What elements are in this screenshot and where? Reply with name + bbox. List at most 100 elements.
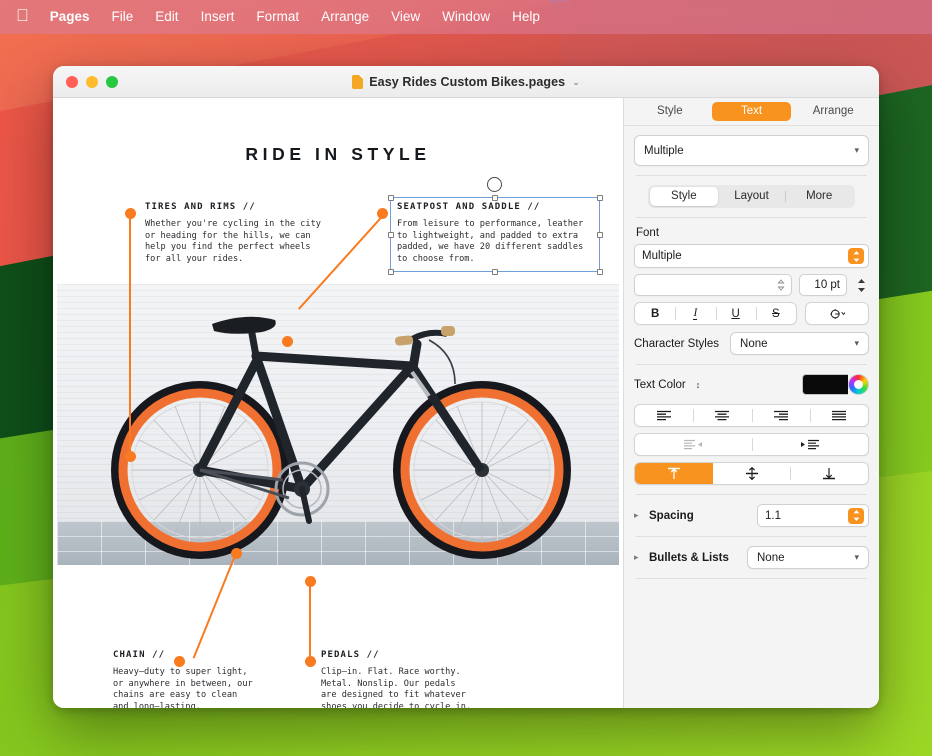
disclosure-triangle-icon[interactable]: ▸ [634, 510, 643, 521]
menu-bar:  Pages File Edit Insert Format Arrange … [0, 0, 932, 34]
menu-item-insert[interactable]: Insert [190, 0, 246, 34]
tab-arrange[interactable]: Arrange [793, 102, 873, 121]
increase-indent-button[interactable] [752, 434, 869, 455]
menu-item-file[interactable]: File [101, 0, 145, 34]
rotation-handle[interactable] [487, 177, 502, 192]
font-size-field[interactable]: 10 pt [799, 274, 847, 296]
leader-line-tires [129, 213, 131, 456]
align-right-button[interactable] [752, 405, 810, 426]
text-color-stepper-icon[interactable]: ↕ [696, 380, 701, 390]
menu-item-format[interactable]: Format [245, 0, 310, 34]
resize-handle-top-left[interactable] [388, 195, 394, 201]
align-left-button[interactable] [635, 405, 693, 426]
font-family-popup[interactable]: Multiple [634, 244, 869, 268]
up-down-arrows-icon [777, 279, 785, 291]
menu-item-help[interactable]: Help [501, 0, 551, 34]
paragraph-style-popup[interactable]: Multiple ▾ [634, 135, 869, 166]
menu-item-pages[interactable]: Pages [39, 0, 101, 34]
spacing-row: ▸ Spacing 1.1 [634, 504, 869, 527]
align-justify-button[interactable] [810, 405, 868, 426]
callout-body: Heavy—duty to super light, or anywhere i… [113, 667, 303, 708]
bullets-lists-popup[interactable]: None ▾ [747, 546, 869, 569]
text-color-swatch[interactable] [802, 374, 848, 395]
tab-style[interactable]: Style [630, 102, 710, 121]
resize-handle-bottom-right[interactable] [597, 269, 603, 275]
inspector-content: Multiple ▾ Style Layout More Font Mul [624, 126, 879, 708]
menu-item-edit[interactable]: Edit [144, 0, 189, 34]
align-right-icon [773, 410, 789, 421]
segment-more[interactable]: More [785, 187, 853, 206]
typeface-popup[interactable] [634, 274, 792, 296]
chevron-down-icon: ▾ [854, 552, 859, 563]
callout-dot-pedals-label[interactable] [305, 656, 316, 667]
spacing-value-field[interactable]: 1.1 [757, 504, 869, 527]
character-styles-popup[interactable]: None ▾ [730, 332, 869, 355]
bike-photo[interactable] [57, 284, 619, 565]
menu-item-window[interactable]: Window [431, 0, 501, 34]
bullets-lists-row: ▸ Bullets & Lists None ▾ [634, 546, 869, 569]
document-canvas[interactable]: RIDE IN STYLE [53, 98, 623, 708]
segment-style[interactable]: Style [650, 187, 718, 206]
advanced-type-options-button[interactable] [805, 302, 869, 325]
tab-text[interactable]: Text [712, 102, 792, 121]
document-page[interactable]: RIDE IN STYLE [53, 98, 623, 708]
bicycle-illustration [57, 284, 619, 565]
zoom-button[interactable] [106, 76, 118, 88]
resize-handle-middle-right[interactable] [597, 232, 603, 238]
callout-dot-chain-label[interactable] [174, 656, 185, 667]
style-layout-more-segmented[interactable]: Style Layout More [648, 185, 855, 208]
segment-layout[interactable]: Layout [718, 187, 786, 206]
bold-button[interactable]: B [635, 303, 675, 324]
resize-handle-bottom-center[interactable] [492, 269, 498, 275]
menu-item-arrange[interactable]: Arrange [310, 0, 380, 34]
italic-button[interactable]: I [675, 303, 715, 324]
callout-chain[interactable]: CHAIN // Heavy—duty to super light, or a… [113, 650, 303, 708]
page-title[interactable]: RIDE IN STYLE [53, 144, 623, 165]
stepper-icon[interactable] [848, 248, 864, 264]
stepper-icon[interactable] [774, 276, 787, 294]
vertical-alignment-buttons[interactable] [634, 462, 869, 485]
stepper-icon[interactable] [848, 508, 864, 524]
type-style-buttons[interactable]: B I U S [634, 302, 797, 325]
chevron-down-icon[interactable]: ⌄ [572, 77, 580, 88]
text-box-selection-frame[interactable] [390, 197, 600, 272]
decrease-indent-button[interactable] [635, 434, 752, 455]
color-wheel-icon[interactable] [848, 374, 869, 395]
resize-handle-middle-left[interactable] [388, 232, 394, 238]
horizontal-alignment-buttons[interactable] [634, 404, 869, 427]
callout-dot-tires-label[interactable] [125, 208, 136, 219]
callout-dot-seatpost-label[interactable] [377, 208, 388, 219]
spacing-label: Spacing [649, 510, 694, 522]
align-middle-button[interactable] [713, 463, 791, 484]
resize-handle-top-right[interactable] [597, 195, 603, 201]
font-size-stepper[interactable] [854, 274, 869, 296]
strikethrough-label: S [772, 308, 780, 320]
callout-pedals[interactable]: PEDALS // Clip—in. Flat. Race worthy. Me… [321, 650, 521, 708]
indent-buttons[interactable] [634, 433, 869, 456]
resize-handle-top-center[interactable] [492, 195, 498, 201]
strikethrough-button[interactable]: S [756, 303, 796, 324]
disclosure-triangle-icon[interactable]: ▸ [634, 552, 643, 563]
align-center-button[interactable] [693, 405, 751, 426]
gear-chevron-icon[interactable] [806, 303, 868, 324]
callout-dot-pedals-anchor[interactable] [305, 576, 316, 587]
spacing-value: 1.1 [765, 510, 781, 522]
up-down-arrows-icon [852, 509, 861, 522]
underline-label: U [731, 308, 739, 320]
resize-handle-bottom-left[interactable] [388, 269, 394, 275]
divider [636, 217, 867, 218]
apple-logo-icon[interactable]:  [12, 1, 39, 31]
menu-item-view[interactable]: View [380, 0, 431, 34]
callout-dot-seatpost-anchor[interactable] [282, 336, 293, 347]
character-styles-row: Character Styles None ▾ [634, 332, 869, 355]
align-bottom-button[interactable] [790, 463, 868, 484]
callout-tires-and-rims[interactable]: TIRES AND RIMS // Whether you're cycling… [145, 202, 355, 265]
callout-dot-chain-anchor[interactable] [231, 548, 242, 559]
align-top-icon [667, 467, 681, 480]
minimize-button[interactable] [86, 76, 98, 88]
align-top-button[interactable] [635, 463, 713, 484]
close-button[interactable] [66, 76, 78, 88]
up-down-arrows-icon [856, 277, 867, 294]
callout-dot-tires-anchor[interactable] [125, 451, 136, 462]
underline-button[interactable]: U [716, 303, 756, 324]
